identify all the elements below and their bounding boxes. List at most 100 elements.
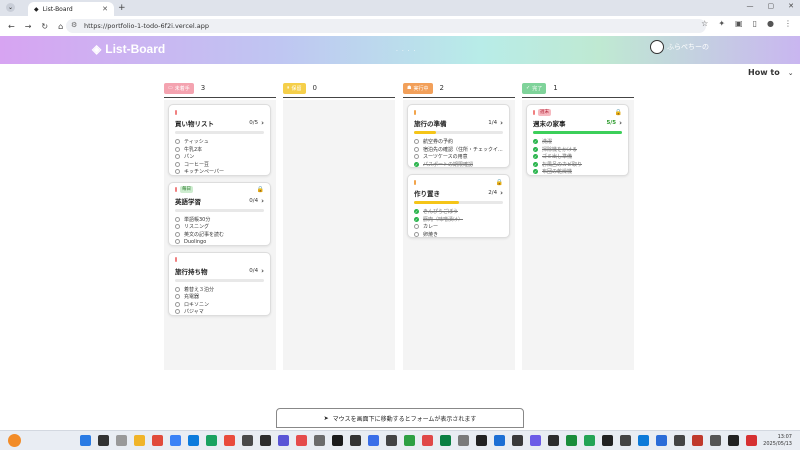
checklist-item[interactable]: 航空券の予約 bbox=[414, 138, 503, 146]
taskbar-app-icon[interactable] bbox=[602, 435, 613, 446]
system-clock[interactable]: 13:07 2025/05/13 bbox=[763, 434, 792, 448]
unchecked-icon[interactable] bbox=[175, 286, 180, 292]
taskbar-app-icon[interactable] bbox=[386, 435, 397, 446]
taskbar-app-icon[interactable] bbox=[548, 435, 559, 446]
task-card[interactable]: 🔒 作り置き 2/4 › ✓ きんぴらごぼう ✓ 豚肉（味噌漬け） カレー 卵焼き bbox=[407, 174, 510, 238]
lock-icon[interactable]: 🔒 bbox=[615, 109, 622, 116]
checklist-item[interactable]: 卵焼き bbox=[414, 231, 503, 239]
taskbar-app-icon[interactable] bbox=[368, 435, 379, 446]
checked-icon[interactable]: ✓ bbox=[533, 154, 538, 160]
taskbar-app-icon[interactable] bbox=[620, 435, 631, 446]
checklist-item[interactable]: パジャマ bbox=[175, 308, 264, 316]
unchecked-icon[interactable] bbox=[175, 239, 180, 245]
taskbar-app-icon[interactable] bbox=[422, 435, 433, 446]
chevron-right-icon[interactable]: › bbox=[500, 189, 503, 197]
checked-icon[interactable]: ✓ bbox=[533, 169, 538, 175]
checklist-item[interactable]: 英文の記事を読む bbox=[175, 231, 264, 239]
unchecked-icon[interactable] bbox=[175, 154, 180, 160]
checklist-item[interactable]: ✓ 掃除機をかける bbox=[533, 146, 622, 154]
checklist-item[interactable]: ✓ ゴミ出し準備 bbox=[533, 153, 622, 161]
taskbar-app-icon[interactable] bbox=[134, 435, 145, 446]
unchecked-icon[interactable] bbox=[175, 169, 180, 175]
minimize-icon[interactable]: — bbox=[747, 2, 754, 10]
task-card[interactable]: 週末 🔒 週末の家事 5/5 › ✓ 洗濯 ✓ 掃除機をかける ✓ ゴミ出し準備 ✓ お風呂のカビ取り ✓… bbox=[526, 104, 629, 176]
task-card[interactable]: 旅行持ち物 0/4 › 着替え３泊分 充電器 ロキソニン パジャマ bbox=[168, 251, 271, 316]
checked-icon[interactable]: ✓ bbox=[414, 161, 419, 167]
unchecked-icon[interactable] bbox=[175, 139, 180, 145]
unchecked-icon[interactable] bbox=[414, 154, 419, 160]
checklist-item[interactable]: ✓ お風呂のカビ取り bbox=[533, 161, 622, 169]
bookmark-star-icon[interactable]: ☆ bbox=[701, 19, 708, 28]
chevron-right-icon[interactable]: › bbox=[619, 119, 622, 127]
taskbar-app-icon[interactable] bbox=[458, 435, 469, 446]
checked-icon[interactable]: ✓ bbox=[414, 209, 419, 215]
menu-icon[interactable]: ⋮ bbox=[784, 19, 792, 28]
close-window-icon[interactable]: ✕ bbox=[788, 2, 794, 10]
checklist-item[interactable]: ✓ 洗濯 bbox=[533, 138, 622, 146]
taskbar-app-icon[interactable] bbox=[404, 435, 415, 446]
checklist-item[interactable]: リスニング bbox=[175, 223, 264, 231]
unchecked-icon[interactable] bbox=[175, 231, 180, 237]
checklist-item[interactable]: 着替え３泊分 bbox=[175, 286, 264, 294]
checklist-item[interactable]: スーツケースの用意 bbox=[414, 153, 503, 161]
checklist-item[interactable]: カレー bbox=[414, 223, 503, 231]
chevron-right-icon[interactable]: › bbox=[261, 267, 264, 275]
taskbar-app-icon[interactable] bbox=[224, 435, 235, 446]
checklist-item[interactable]: ロキソニン bbox=[175, 301, 264, 309]
checklist-item[interactable]: Duolingo bbox=[175, 238, 264, 246]
unchecked-icon[interactable] bbox=[175, 146, 180, 152]
home-icon[interactable]: ⌂ bbox=[58, 22, 63, 31]
back-icon[interactable]: ← bbox=[8, 22, 15, 31]
maximize-icon[interactable]: ▢ bbox=[768, 2, 775, 10]
taskbar-app-icon[interactable] bbox=[170, 435, 181, 446]
profile-icon[interactable]: ● bbox=[767, 19, 774, 28]
checklist-item[interactable]: 牛乳2本 bbox=[175, 146, 264, 154]
taskbar-app-icon[interactable] bbox=[512, 435, 523, 446]
taskbar-app-icon[interactable] bbox=[638, 435, 649, 446]
address-bar[interactable]: ⚙ https://portfolio-1-todo-6f2i.vercel.a… bbox=[66, 19, 706, 33]
taskbar-app-icon[interactable] bbox=[80, 435, 91, 446]
taskbar-app-icon[interactable] bbox=[350, 435, 361, 446]
puzzle-icon[interactable]: ▣ bbox=[735, 19, 743, 28]
unchecked-icon[interactable] bbox=[175, 309, 180, 315]
checklist-item[interactable]: コーヒー豆 bbox=[175, 161, 264, 169]
taskbar-app-icon[interactable] bbox=[296, 435, 307, 446]
checklist-item[interactable]: 充電器 bbox=[175, 293, 264, 301]
taskbar-app-icon[interactable] bbox=[746, 435, 757, 446]
site-info-icon[interactable]: ⚙ bbox=[71, 21, 77, 29]
taskbar-app-icon[interactable] bbox=[260, 435, 271, 446]
checked-icon[interactable]: ✓ bbox=[533, 146, 538, 152]
task-card[interactable]: 買い物リスト 0/5 › ティッシュ 牛乳2本 パン コーヒー豆 キッチンペーパー bbox=[168, 104, 271, 176]
unchecked-icon[interactable] bbox=[175, 301, 180, 307]
taskbar-app-icon[interactable] bbox=[584, 435, 595, 446]
forward-icon[interactable]: → bbox=[25, 22, 32, 31]
checklist-item[interactable]: ✓ 豚肉（味噌漬け） bbox=[414, 216, 503, 224]
checked-icon[interactable]: ✓ bbox=[533, 139, 538, 145]
sidebar-icon[interactable]: ▯ bbox=[753, 19, 757, 28]
new-tab-icon[interactable]: + bbox=[118, 3, 126, 13]
taskbar-app-icon[interactable] bbox=[206, 435, 217, 446]
taskbar-app-icon[interactable] bbox=[728, 435, 739, 446]
task-card[interactable]: 毎日 🔒 英語学習 0/4 › 単語帳30分 リスニング 英文の記事を読む Duolingo bbox=[168, 181, 271, 246]
chevron-right-icon[interactable]: › bbox=[261, 197, 264, 205]
taskbar-app-icon[interactable] bbox=[332, 435, 343, 446]
user-menu[interactable]: ☺ ふらぺちーの bbox=[650, 40, 709, 54]
unchecked-icon[interactable] bbox=[175, 224, 180, 230]
form-hint[interactable]: ➤ マウスを画面下に移動するとフォームが表示されます bbox=[276, 408, 524, 428]
unchecked-icon[interactable] bbox=[414, 139, 419, 145]
unchecked-icon[interactable] bbox=[175, 216, 180, 222]
taskbar-app-icon[interactable] bbox=[152, 435, 163, 446]
taskbar-app-icon[interactable] bbox=[242, 435, 253, 446]
checklist-item[interactable]: ✓ パスポートの期限確認 bbox=[414, 161, 503, 169]
checklist-item[interactable]: ✓ きんぴらごぼう bbox=[414, 208, 503, 216]
howto-dropdown[interactable]: How to ⌄ bbox=[748, 68, 794, 77]
checklist-item[interactable]: 単語帳30分 bbox=[175, 216, 264, 224]
unchecked-icon[interactable] bbox=[175, 161, 180, 167]
column-status-badge[interactable]: ✓ 完了 bbox=[522, 82, 547, 94]
extension-icon[interactable]: ✦ bbox=[718, 19, 725, 28]
taskbar-app-icon[interactable] bbox=[278, 435, 289, 446]
checked-icon[interactable]: ✓ bbox=[414, 216, 419, 222]
app-logo[interactable]: ◈ List-Board bbox=[92, 42, 165, 56]
checklist-item[interactable]: パン bbox=[175, 153, 264, 161]
taskbar-app-icon[interactable] bbox=[98, 435, 109, 446]
